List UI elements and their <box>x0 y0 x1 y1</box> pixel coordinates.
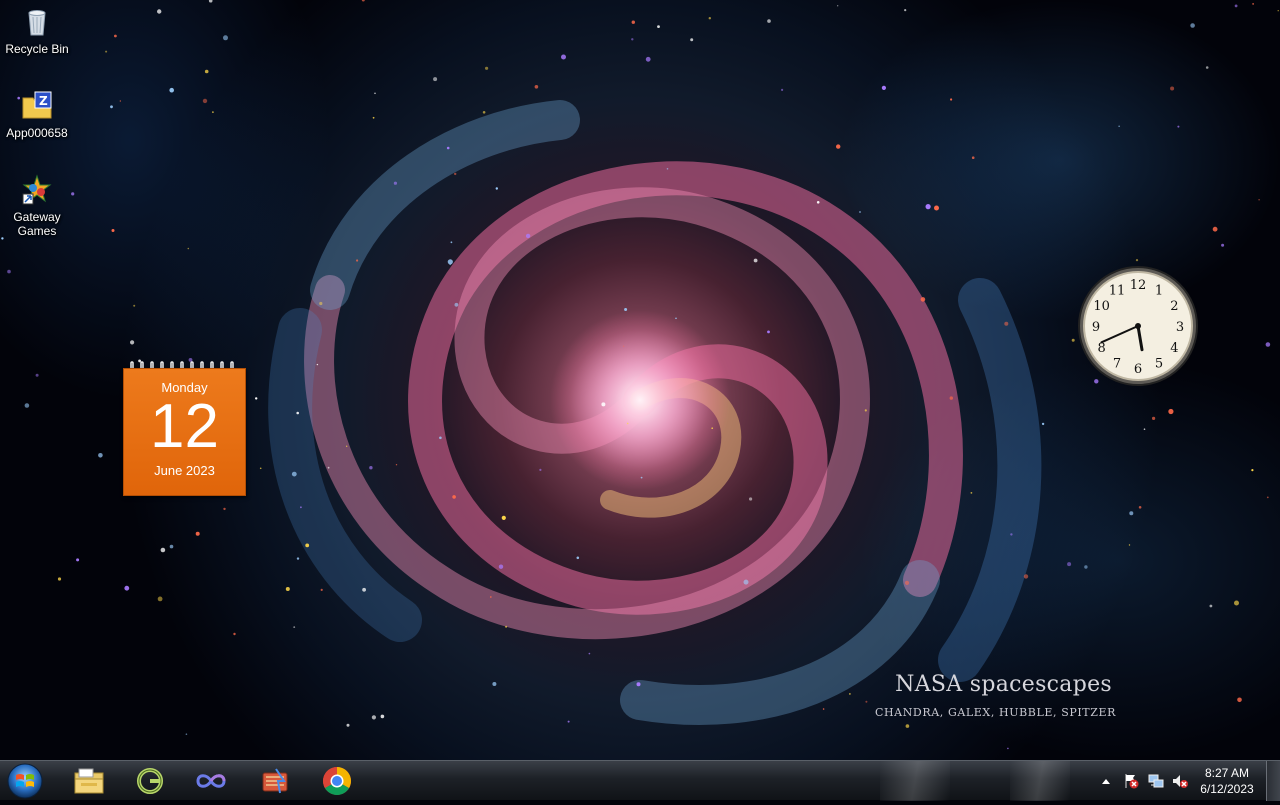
clock-numeral: 6 <box>1134 362 1142 377</box>
clock-gadget[interactable]: 12 1 2 3 4 5 6 7 8 9 10 11 <box>1077 265 1199 387</box>
gateway-games-icon <box>21 174 53 206</box>
clock-numeral: 12 <box>1130 278 1147 293</box>
calendar-gadget[interactable]: Monday 12 June 2023 <box>123 360 246 496</box>
tray-network[interactable] <box>1148 773 1164 789</box>
desktop-icon-label: Gateway Games <box>13 210 61 238</box>
tray-volume[interactable] <box>1172 773 1188 789</box>
clock-numeral: 9 <box>1092 320 1100 335</box>
desktop-icon-app000658[interactable]: Z App000658 <box>0 90 74 140</box>
wallpaper-subtitle: CHANDRA, GALEX, HUBBLE, SPITZER <box>874 706 1116 719</box>
calendar-day: 12 <box>150 392 219 461</box>
windows-orb-icon <box>7 763 43 799</box>
taskbar-media-app[interactable] <box>247 763 303 799</box>
svg-text:Z: Z <box>39 94 48 108</box>
taskbar-gateway-app[interactable] <box>122 763 178 799</box>
system-time: 8:27 AM <box>1204 766 1250 780</box>
volume-muted-icon <box>1173 775 1188 788</box>
folder-icon <box>74 768 104 794</box>
clock-numeral: 11 <box>1109 284 1126 299</box>
desktop-icon-gateway-games[interactable]: Gateway Games <box>0 174 74 238</box>
desktop-icon-label: App000658 <box>6 126 68 140</box>
media-icon <box>262 768 288 794</box>
recycle-bin-icon <box>21 6 53 38</box>
taskbar-chrome[interactable] <box>309 763 365 799</box>
clock-numeral: 1 <box>1155 284 1163 299</box>
system-date: 6/12/2023 <box>1200 782 1254 796</box>
clock-numeral: 4 <box>1170 341 1178 356</box>
analog-clock: 12 1234567891011 <box>1078 266 1198 386</box>
taskbar: 8:27 AM 6/12/2023 <box>0 760 1280 801</box>
desktop-icon-label: Recycle Bin <box>5 42 69 56</box>
show-desktop-button[interactable] <box>1266 761 1280 801</box>
calendar-month-year: June 2023 <box>154 463 215 478</box>
clock-numeral: 2 <box>1170 299 1178 314</box>
start-button[interactable] <box>4 762 46 800</box>
clock-numeral: 10 <box>1093 299 1110 314</box>
tray-action-center[interactable] <box>1123 773 1139 789</box>
infinity-icon <box>196 774 226 788</box>
action-center-flag-icon <box>1125 774 1139 789</box>
network-icon <box>1148 774 1164 788</box>
taskbar-windows-explorer[interactable] <box>61 763 117 799</box>
folder-zip-icon: Z <box>21 90 53 122</box>
up-arrow-icon <box>1102 779 1110 784</box>
clock-numeral: 7 <box>1113 356 1121 371</box>
g-logo-icon <box>137 768 163 794</box>
calendar-page: Monday 12 June 2023 <box>123 368 246 496</box>
show-hidden-icons-button[interactable] <box>1098 773 1114 789</box>
system-clock[interactable]: 8:27 AM 6/12/2023 <box>1196 765 1258 797</box>
clock-numeral: 5 <box>1155 356 1163 371</box>
chrome-icon <box>323 767 351 795</box>
desktop-icon-recycle-bin[interactable]: Recycle Bin <box>0 6 74 56</box>
taskbar-infinity-app[interactable] <box>183 763 239 799</box>
clock-numeral: 3 <box>1176 320 1184 335</box>
wallpaper-title: NASA spacescapes <box>895 672 1112 697</box>
